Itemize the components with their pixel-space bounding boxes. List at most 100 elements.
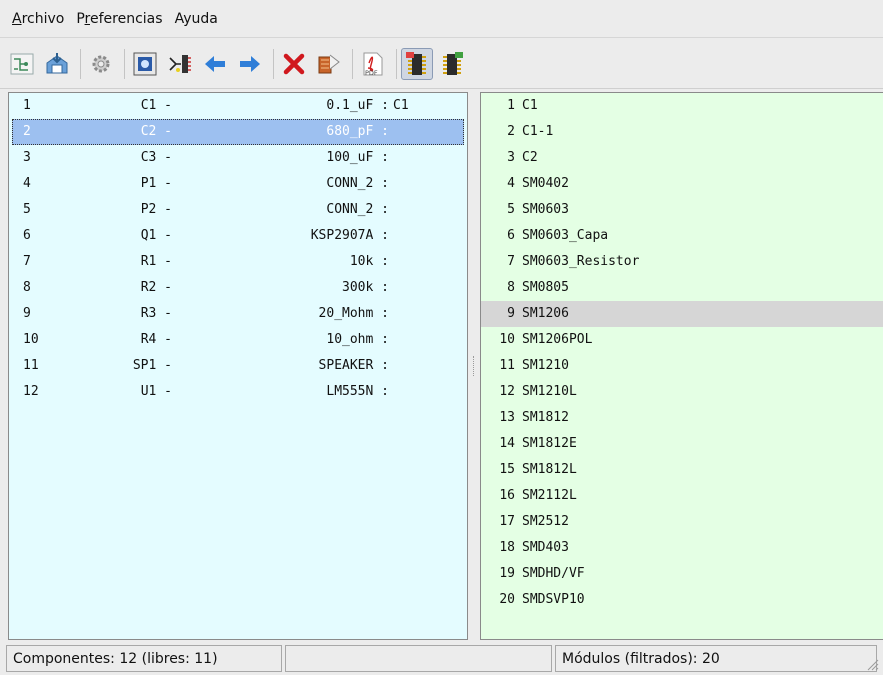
component-reference: R1 - (140, 254, 172, 269)
footprint-row[interactable]: 9 SM1206 (481, 301, 883, 327)
components-list[interactable]: 1 C1 -0.1_uF : C1 2 C2 -680_pF :3 C3 -100_uF … (8, 92, 468, 640)
footprint-list[interactable]: 1 C1 2 C1-1 3 C2 4 SM0402 5 SM0603 6 SM0603_Capa 7 SM… (480, 92, 883, 640)
filter-by-component-icon[interactable] (401, 47, 433, 80)
footprint-index: 9 (507, 306, 515, 321)
component-reference: R3 - (140, 306, 172, 321)
panel-splitter[interactable] (470, 92, 478, 640)
menu-bar: Archivo Preferencias Ayuda (0, 0, 883, 38)
component-reference: P1 - (140, 176, 172, 191)
component-reference: Q1 - (140, 228, 172, 243)
arrow-left-icon[interactable] (199, 48, 231, 80)
status-middle (285, 645, 552, 672)
component-value: SPEAKER : (318, 358, 389, 373)
arrow-right-icon[interactable] (234, 48, 266, 80)
resize-grip-icon[interactable] (865, 657, 879, 671)
component-row[interactable]: 6 Q1 - KSP2907A : (9, 223, 467, 249)
footprint-row[interactable]: 19 SMDHD/VF (481, 561, 883, 587)
footprint-row[interactable]: 11 SM1210 (481, 353, 883, 379)
component-row[interactable]: 11 SP1 - SPEAKER : (9, 353, 467, 379)
footprint-row[interactable]: 10 SM1206POL (481, 327, 883, 353)
component-row[interactable]: 5 P2 - CONN_2 : (9, 197, 467, 223)
component-row[interactable]: 2 C2 -680_pF : (12, 119, 464, 145)
footprint-name: C2 (522, 150, 538, 165)
component-row[interactable]: 9 R3 -20_Mohm : (9, 301, 467, 327)
toolbar-separator (273, 48, 274, 79)
footprint-row[interactable]: 2 C1-1 (481, 119, 883, 145)
footprint-index: 11 (499, 358, 515, 373)
component-reference: P2 - (140, 202, 172, 217)
auto-associate-icon[interactable] (164, 48, 196, 80)
footprint-name: SM1206 (522, 306, 569, 321)
component-row[interactable]: 10 R4 -10_ohm : (9, 327, 467, 353)
footprint-index: 18 (499, 540, 515, 555)
component-row[interactable]: 3 C3 -100_uF : (9, 145, 467, 171)
component-value: 100_uF : (326, 150, 389, 165)
splitter-grip (473, 356, 476, 376)
footprint-name: SM0603 (522, 202, 569, 217)
footprint-name: SM1206POL (522, 332, 593, 347)
menu-ayuda-label: Ayuda (174, 10, 218, 27)
footprint-row[interactable]: 14 SM1812E (481, 431, 883, 457)
footprint-name: SMDHD/VF (522, 566, 585, 581)
toolbar-separator (352, 48, 353, 79)
footprint-name: SM1812E (522, 436, 577, 451)
footprint-row[interactable]: 1 C1 (481, 93, 883, 119)
footprint-row[interactable]: 4 SM0402 (481, 171, 883, 197)
menu-archivo-label: rchivo (21, 10, 65, 27)
footprint-row[interactable]: 16 SM2112L (481, 483, 883, 509)
footprint-name: SM0805 (522, 280, 569, 295)
menu-preferencias-label: eferencias (90, 10, 163, 27)
toolbar-separator (396, 48, 397, 79)
save-netlist-icon[interactable] (41, 48, 73, 80)
component-footprint: C1 (393, 98, 409, 113)
footprint-index: 3 (507, 150, 515, 165)
component-reference: R4 - (140, 332, 172, 347)
footprint-row[interactable]: 12 SM1210L (481, 379, 883, 405)
view-footprint-icon[interactable] (129, 48, 161, 80)
footprint-index: 19 (499, 566, 515, 581)
menu-archivo[interactable]: Archivo (6, 0, 70, 38)
component-value: 20_Mohm : (318, 306, 389, 321)
component-value: KSP2907A : (310, 228, 389, 243)
footprint-index: 7 (507, 254, 515, 269)
footprint-name: SM1210 (522, 358, 569, 373)
footprint-row[interactable]: 20 SMDSVP10 (481, 587, 883, 613)
component-value: 0.1_uF : (326, 98, 389, 113)
footprint-row[interactable]: 18 SMD403 (481, 535, 883, 561)
footprint-index: 4 (507, 176, 515, 191)
footprint-row[interactable]: 13 SM1812 (481, 405, 883, 431)
footprint-row[interactable]: 15 SM1812L (481, 457, 883, 483)
svg-text:PDF: PDF (365, 69, 378, 77)
menu-archivo-mnemonic: A (12, 10, 22, 27)
filter-by-pins-icon[interactable] (436, 48, 468, 80)
pdf-icon[interactable]: PDF (357, 48, 389, 80)
component-row[interactable]: 1 C1 -0.1_uF : C1 (9, 93, 467, 119)
footprint-name: SMD403 (522, 540, 569, 555)
component-value: 680_pF : (326, 124, 389, 139)
footprint-row[interactable]: 6 SM0603_Capa (481, 223, 883, 249)
footprint-name: SM0603_Capa (522, 228, 609, 243)
component-value: 300k : (342, 280, 389, 295)
component-row[interactable]: 7 R1 -10k : (9, 249, 467, 275)
footprint-name: SMDSVP10 (522, 592, 585, 607)
footprint-name: C1 (522, 98, 538, 113)
menu-preferencias[interactable]: Preferencias (70, 0, 168, 38)
component-row[interactable]: 12 U1 - LM555N : (9, 379, 467, 405)
delete-associations-icon[interactable] (278, 48, 310, 80)
component-row[interactable]: 4 P1 - CONN_2 : (9, 171, 467, 197)
footprint-row[interactable]: 17 SM2512 (481, 509, 883, 535)
menu-ayuda[interactable]: Ayuda (169, 0, 224, 38)
export-icon[interactable] (313, 48, 345, 80)
menu-preferencias-prefix: P (76, 10, 85, 27)
toolbar: PDF (0, 39, 883, 89)
footprint-row[interactable]: 8 SM0805 (481, 275, 883, 301)
footprint-row[interactable]: 5 SM0603 (481, 197, 883, 223)
gear-icon[interactable] (85, 48, 117, 80)
footprint-row[interactable]: 7 SM0603_Resistor (481, 249, 883, 275)
schematic-icon[interactable] (6, 48, 38, 80)
footprint-row[interactable]: 3 C2 (481, 145, 883, 171)
toolbar-separator (124, 48, 125, 79)
footprint-name: SM0402 (522, 176, 569, 191)
component-row[interactable]: 8 R2 -300k : (9, 275, 467, 301)
footprint-index: 5 (507, 202, 515, 217)
